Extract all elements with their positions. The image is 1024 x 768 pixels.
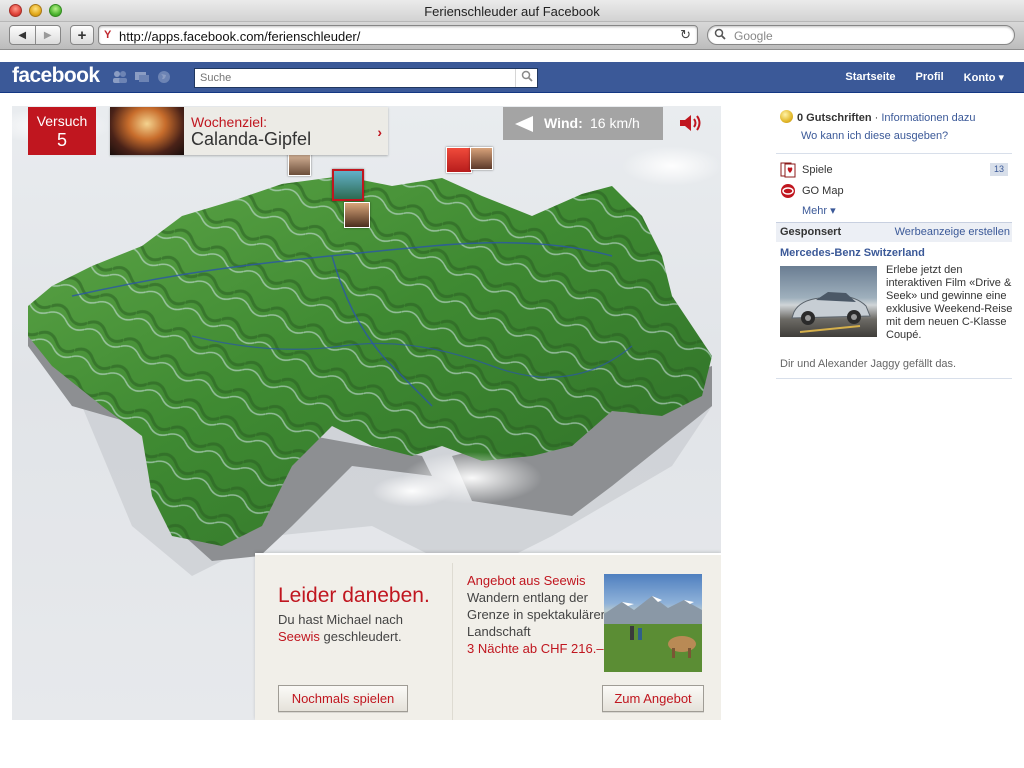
offer-text: Angebot aus Seewis Wandern entlang der G… (467, 572, 607, 657)
go-map-icon (781, 184, 795, 198)
site-favicon: Y (104, 29, 112, 41)
friend-requests-icon[interactable] (112, 70, 128, 84)
credits-coin-icon (780, 110, 793, 123)
offer-image[interactable] (604, 574, 702, 672)
panel-divider (452, 563, 453, 720)
credits-where-link[interactable]: Wo kann ich diese ausgeben? (780, 127, 1012, 145)
attempt-label: Versuch (36, 113, 88, 129)
friend-avatar[interactable] (446, 147, 472, 173)
search-icon (714, 28, 728, 43)
sidebar-divider (776, 153, 1012, 154)
selected-friend-avatar[interactable] (332, 169, 364, 201)
friend-avatar[interactable] (288, 153, 311, 176)
offer-description: Wandern entlang der Grenze in spektakulä… (467, 590, 606, 639)
address-bar[interactable]: Y http://apps.facebook.com/ferienschleud… (98, 25, 698, 45)
friend-avatar[interactable] (344, 202, 370, 228)
weekly-goal-thumbnail (110, 107, 184, 155)
chevron-right-icon[interactable]: › (377, 124, 382, 140)
forward-button[interactable]: ▶ (34, 26, 61, 44)
weekly-goal-label: Wochenziel: (191, 114, 268, 130)
notification-jewels (112, 70, 172, 84)
offer-title[interactable]: Angebot aus Seewis (467, 572, 607, 589)
notifications-globe-icon[interactable] (156, 70, 172, 84)
app-item-spiele[interactable]: Spiele 13 (780, 162, 1012, 183)
sponsored-header: Gesponsert Werbeanzeige erstellen (776, 222, 1012, 242)
apps-list: Spiele 13 GO Map (780, 162, 1012, 204)
app-count-badge: 13 (989, 163, 1008, 176)
result-title: Leider daneben. (278, 584, 430, 607)
result-line-2: Seewis geschleudert. (278, 629, 402, 644)
wind-indicator: Wind: 16 km/h (503, 107, 663, 140)
app-item-go-map[interactable]: GO Map (780, 183, 1012, 204)
messages-icon[interactable] (134, 70, 150, 84)
back-icon: ◀ (18, 29, 27, 41)
result-panel: Leider daneben. Du hast Michael nach See… (255, 553, 721, 720)
back-button[interactable]: ◀ (10, 26, 35, 44)
forward-icon: ▶ (43, 29, 52, 41)
facebook-search-button[interactable] (515, 69, 537, 87)
weekly-goal-value: Calanda-Gipfel (191, 129, 312, 149)
browser-toolbar: ◀ ▶ + Y http://apps.facebook.com/feriens… (0, 22, 1024, 50)
offer-button[interactable]: Zum Angebot (602, 685, 704, 712)
credits-line: 0 Gutschriften · Informationen dazu (780, 109, 1012, 127)
browser-search-field[interactable]: Google (707, 25, 1015, 45)
url-text: http://apps.facebook.com/ferienschleuder… (119, 29, 361, 44)
play-again-button[interactable]: Nochmals spielen (278, 685, 408, 712)
page-top-gap (0, 51, 1024, 62)
ad-body: Erlebe jetzt den interaktiven Film «Driv… (886, 264, 1013, 341)
nav-profil[interactable]: Profil (916, 71, 944, 84)
nav-konto[interactable]: Konto ▾ (964, 71, 1004, 84)
window-titlebar: Ferienschleuder auf Facebook (0, 0, 1024, 22)
sidebar-divider (776, 378, 1012, 379)
nav-startseite[interactable]: Startseite (845, 71, 895, 84)
credits-count: 0 Gutschriften (797, 112, 872, 124)
facebook-search (194, 68, 538, 88)
offer-price: 3 Nächte ab CHF 216.– (467, 641, 604, 656)
more-link[interactable]: Mehr ▾ (802, 204, 836, 217)
create-ad-link[interactable]: Werbeanzeige erstellen (895, 226, 1010, 238)
credits-info-link[interactable]: Informationen dazu (881, 112, 975, 124)
ad-social-context: Dir und Alexander Jaggy gefällt das. (780, 358, 957, 370)
result-place[interactable]: Seewis (278, 629, 320, 644)
weekly-goal-card[interactable]: Wochenziel: Calanda-Gipfel › (110, 107, 388, 155)
reload-icon[interactable]: ↻ (680, 27, 691, 43)
facebook-search-input[interactable] (195, 69, 513, 87)
credits-box: 0 Gutschriften · Informationen dazu Wo k… (780, 109, 1012, 145)
game-canvas[interactable]: Versuch 5 Wochenziel: Calanda-Gipfel › W… (12, 106, 721, 720)
friend-avatar[interactable] (470, 147, 493, 170)
facebook-nav: Startseite Profil Konto ▾ (845, 71, 1004, 84)
ad-image[interactable] (780, 266, 877, 337)
app-name: Spiele (802, 164, 833, 176)
cards-icon (780, 162, 796, 178)
browser-search-placeholder: Google (734, 29, 773, 43)
credits-separator: · (871, 112, 882, 124)
attempt-value: 5 (56, 130, 67, 150)
sponsored-label: Gesponsert (780, 226, 842, 238)
result-line-1: Du hast Michael nach (278, 612, 404, 627)
arrow-left-icon (515, 116, 533, 132)
speaker-icon[interactable] (678, 112, 706, 134)
window-title: Ferienschleuder auf Facebook (424, 4, 600, 19)
plus-icon: + (77, 26, 87, 44)
facebook-logo[interactable]: facebook (12, 64, 100, 88)
wind-label: Wind: (544, 115, 583, 131)
result-line-2-rest: geschleudert. (319, 629, 402, 644)
attempt-counter: Versuch 5 (28, 107, 96, 155)
wind-value: 16 km/h (590, 115, 640, 131)
back-forward-group: ◀ ▶ (9, 25, 61, 45)
facebook-header: facebook Startseite Profil Konto ▾ (0, 62, 1024, 93)
add-bookmark-button[interactable]: + (70, 25, 94, 45)
ad-title[interactable]: Mercedes-Benz Switzerland (780, 247, 1012, 259)
app-name: GO Map (802, 185, 844, 197)
ad-unit: Mercedes-Benz Switzerland Erlebe jetzt d… (780, 247, 1012, 370)
